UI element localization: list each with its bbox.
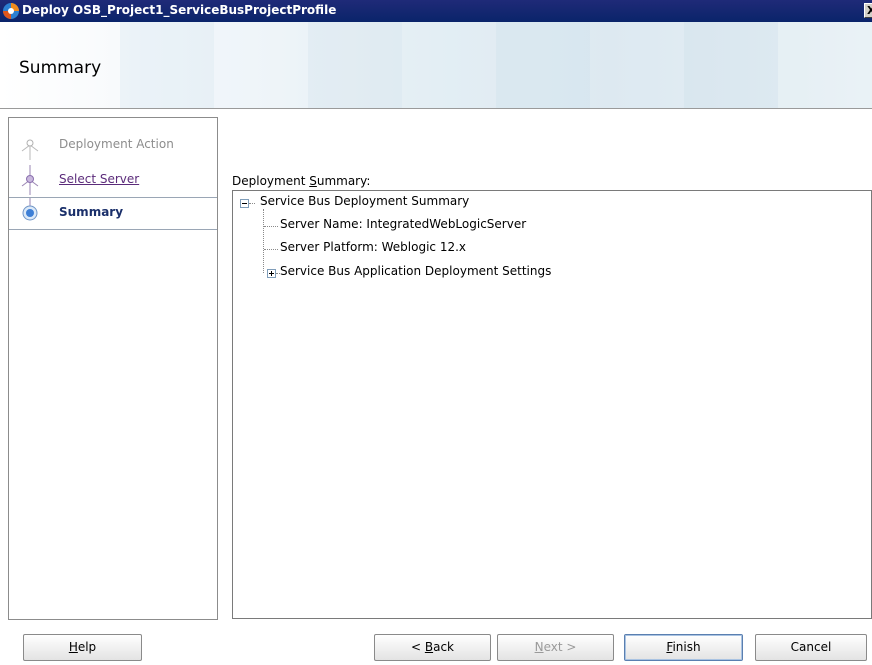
page-title: Summary <box>19 58 102 78</box>
help-button[interactable]: Help <box>23 634 142 661</box>
close-icon: X <box>867 4 872 17</box>
back-button[interactable]: < Back <box>374 634 491 661</box>
wizard-steps-panel: Deployment Action Select Server Summary <box>8 117 218 620</box>
cancel-button[interactable]: Cancel <box>755 634 867 661</box>
tree-root-node[interactable]: Service Bus Deployment Summary <box>260 194 469 208</box>
step-label: Deployment Action <box>59 137 174 151</box>
header-divider <box>0 108 872 109</box>
step-node-icon <box>21 139 39 160</box>
next-button[interactable]: Next > <box>497 634 614 661</box>
tree-node-server-platform[interactable]: Server Platform: Weblogic 12.x <box>280 240 466 254</box>
step-deployment-action: Deployment Action <box>9 130 217 160</box>
expand-icon[interactable] <box>267 269 276 278</box>
header-decoration <box>120 22 872 109</box>
step-node-icon <box>21 165 39 195</box>
step-select-server[interactable]: Select Server <box>9 165 217 195</box>
finish-button[interactable]: Finish <box>624 634 743 661</box>
current-step-icon <box>22 198 38 221</box>
tree-node-application-settings[interactable]: Service Bus Application Deployment Setti… <box>280 264 551 278</box>
window-title: Deploy OSB_Project1_ServiceBusProjectPro… <box>22 3 337 17</box>
collapse-icon[interactable] <box>240 199 249 208</box>
page-header: Summary <box>0 22 872 109</box>
tree-node-server-name[interactable]: Server Name: IntegratedWebLogicServer <box>280 217 526 231</box>
step-label: Summary <box>59 205 124 219</box>
deployment-summary-tree[interactable]: Service Bus Deployment Summary Server Na… <box>232 190 872 619</box>
app-icon <box>3 3 19 19</box>
step-summary[interactable]: Summary <box>9 197 217 230</box>
title-bar: Deploy OSB_Project1_ServiceBusProjectPro… <box>0 0 872 22</box>
close-button[interactable]: X <box>864 3 872 18</box>
deployment-summary-label: Deployment Summary: <box>232 174 371 188</box>
step-label[interactable]: Select Server <box>59 172 139 186</box>
